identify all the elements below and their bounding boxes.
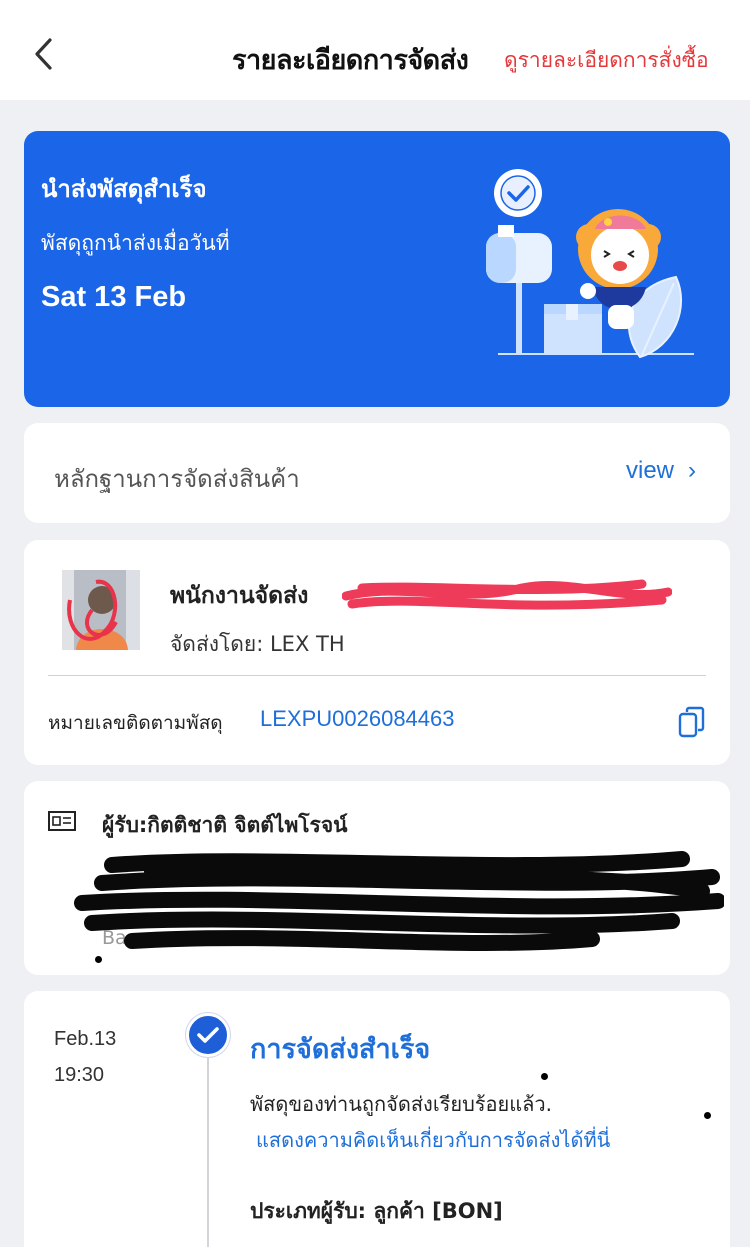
event-date: Feb.13 <box>54 1028 117 1050</box>
proof-view-label: view <box>625 457 674 484</box>
proof-view-link[interactable]: view › <box>626 457 696 485</box>
top-bar: รายละเอียดการจัดส่ง ดูรายละเอียดการสั่งซ… <box>0 0 750 100</box>
courier-name: พนักงานจัดส่ง <box>170 583 309 609</box>
id-card-icon <box>48 811 76 831</box>
redaction-scribble <box>342 579 672 610</box>
event-description: พัสดุของท่านถูกจัดส่งเรียบร้อยแล้ว. <box>250 1092 553 1116</box>
delivery-date: Sat 13 Feb <box>41 281 187 313</box>
speck <box>704 1112 711 1119</box>
delivery-status-title: นำส่งพัสดุสำเร็จ <box>41 175 207 203</box>
divider <box>48 675 706 676</box>
event-datetime: Feb.13 19:30 <box>54 1021 116 1093</box>
courier-card: พนักงานจัดส่ง จัดส่งโดย: LEX TH หมายเลขต… <box>24 540 730 765</box>
recipient-name: ผู้รับ:กิตติชาติ จิตต์ไพโรจน์ <box>102 813 348 837</box>
speck <box>95 956 102 963</box>
chevron-right-icon: › <box>688 457 696 484</box>
tracking-timeline-card: Feb.13 19:30 การจัดส่งสำเร็จ พัสดุของท่า… <box>24 991 730 1247</box>
event-title: การจัดส่งสำเร็จ <box>250 1034 431 1065</box>
event-time: 19:30 <box>54 1064 105 1086</box>
delivery-mailbox-illustration <box>486 169 694 359</box>
delivery-status-banner: นำส่งพัสดุสำเร็จ พัสดุถูกนำส่งเมื่อวันที… <box>24 131 730 407</box>
tracking-number-label: หมายเลขติดตามพัสดุ <box>48 712 223 734</box>
back-button[interactable] <box>28 34 64 74</box>
copy-icon <box>678 706 705 738</box>
page-title: รายละเอียดการจัดส่ง <box>232 45 469 76</box>
recipient-type: ประเภทผู้รับ: ลูกค้า [BON] <box>250 1199 503 1223</box>
delivery-provider: จัดส่งโดย: LEX TH <box>170 632 345 656</box>
recipient-card: ผู้รับ:กิตติชาติ จิตต์ไพโรจน์ Ba <box>24 781 730 975</box>
speck <box>541 1073 548 1080</box>
back-chevron-icon <box>35 38 52 70</box>
check-circle-icon <box>186 1013 230 1057</box>
delivery-status-subtitle: พัสดุถูกนำส่งเมื่อวันที่ <box>41 231 230 255</box>
redaction-scribble <box>74 851 724 951</box>
courier-avatar <box>62 570 140 650</box>
timeline-line <box>207 1031 209 1247</box>
tracking-number: LEXPU0026084463 <box>260 706 455 731</box>
view-order-details-link[interactable]: ดูรายละเอียดการสั่งซื้อ <box>504 44 709 77</box>
delivery-feedback-link[interactable]: แสดงความคิดเห็นเกี่ยวกับการจัดส่งได้ที่น… <box>256 1124 610 1156</box>
proof-of-delivery-row[interactable]: หลักฐานการจัดส่งสินค้า view › <box>24 423 730 523</box>
copy-tracking-button[interactable] <box>678 706 706 738</box>
proof-of-delivery-label: หลักฐานการจัดส่งสินค้า <box>54 465 300 493</box>
